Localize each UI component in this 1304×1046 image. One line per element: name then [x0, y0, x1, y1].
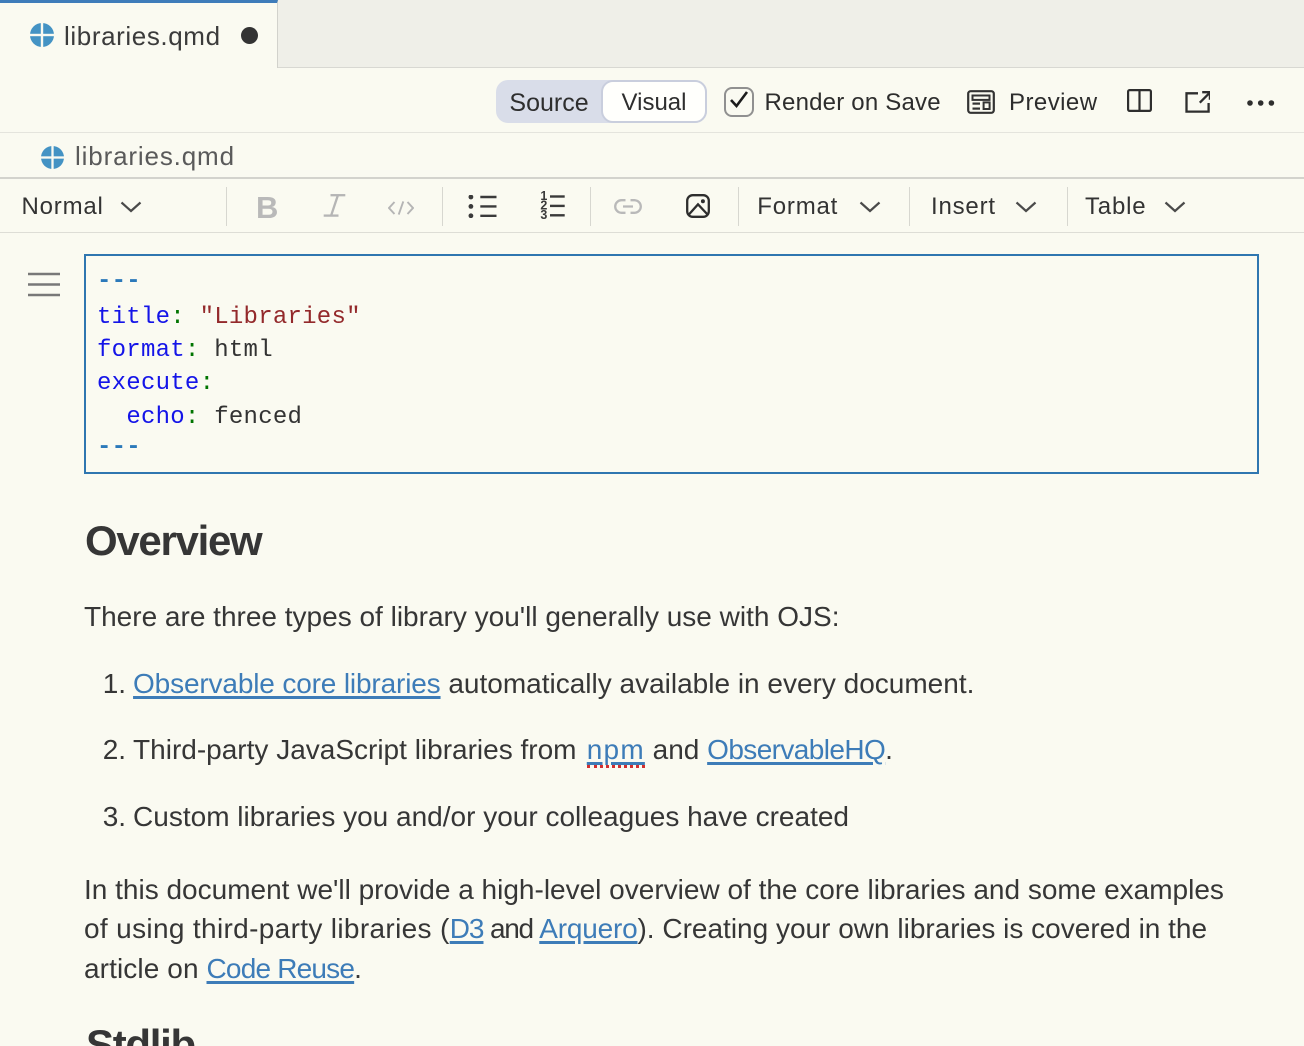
svg-text:3: 3 [540, 208, 547, 222]
